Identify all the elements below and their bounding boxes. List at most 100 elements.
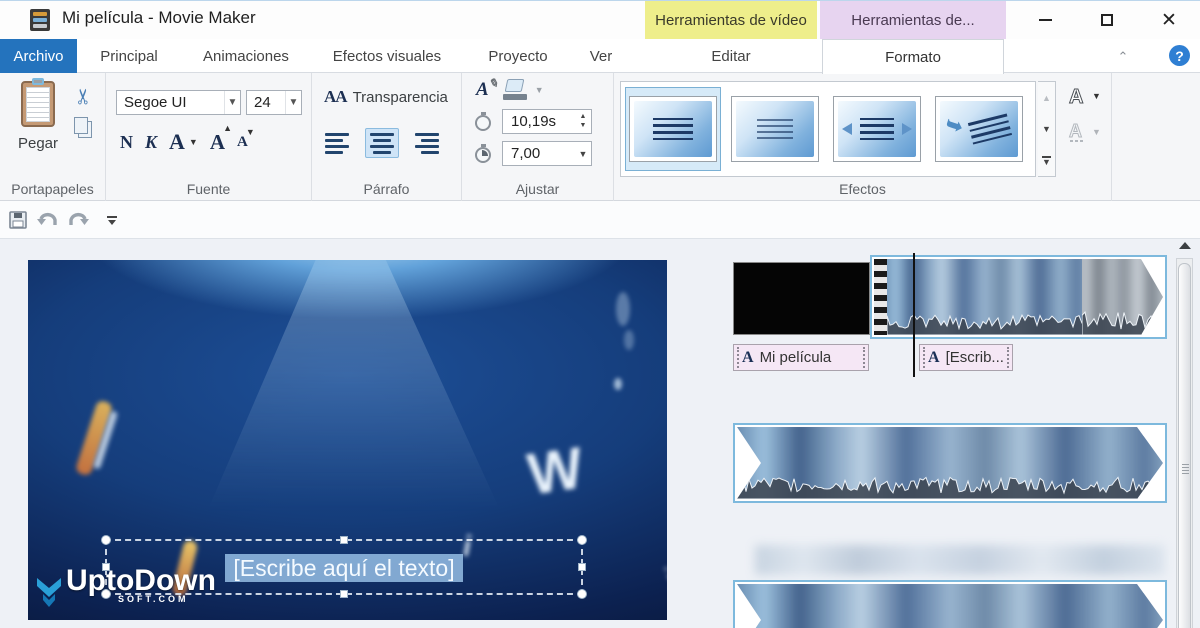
effect-scroll-horizontal[interactable] xyxy=(829,87,925,171)
resize-handle[interactable] xyxy=(340,536,348,544)
resize-handle[interactable] xyxy=(578,563,586,571)
transparency-aa-icon: AA xyxy=(324,87,347,107)
scrollbar-thumb[interactable] xyxy=(1178,263,1191,628)
font-color-button[interactable]: A▼ xyxy=(169,129,198,155)
outline-a-icon: A xyxy=(1066,85,1088,107)
blur-particle xyxy=(624,330,634,350)
group-fuente: Segoe UI ▼ 24 ▼ N K A▼ A▲ A▼ Fuente xyxy=(106,73,312,201)
tab-animaciones[interactable]: Animaciones xyxy=(196,39,296,73)
italic-button[interactable]: K xyxy=(145,132,157,153)
clip-video-row-2[interactable] xyxy=(733,423,1167,503)
copy-button[interactable] xyxy=(72,115,96,141)
paste-label: Pegar xyxy=(18,135,58,152)
effect-none-selected[interactable] xyxy=(625,87,721,171)
chevron-down-icon: ▼ xyxy=(224,91,240,114)
align-right-button[interactable] xyxy=(406,128,440,158)
font-family-dropdown[interactable]: Segoe UI ▼ xyxy=(116,90,241,115)
text-outline-color-button[interactable]: A ▼ xyxy=(1066,85,1101,107)
paste-button[interactable]: Pegar xyxy=(12,81,64,173)
outline-a-disabled-icon: A xyxy=(1066,121,1088,143)
duration-value: 10,19s xyxy=(511,113,556,130)
font-family-value: Segoe UI xyxy=(124,94,187,111)
edit-text-button[interactable]: A✎ xyxy=(476,79,489,101)
effect-thumbnail-icon: ➥ xyxy=(940,101,1018,157)
help-button[interactable]: ? xyxy=(1169,45,1190,66)
grow-font-button[interactable]: A▲ xyxy=(210,130,225,155)
clip-video-row-3[interactable] xyxy=(733,580,1167,628)
effect-thumbnail-icon xyxy=(634,101,712,157)
font-size-dropdown[interactable]: 24 ▼ xyxy=(246,90,302,115)
blur-letter: W xyxy=(524,435,588,509)
caption-item-title[interactable]: A Mi película xyxy=(733,344,869,371)
background-color-button[interactable] xyxy=(503,79,527,101)
effect-fade[interactable] xyxy=(727,87,823,171)
undo-button[interactable] xyxy=(36,209,60,231)
spinner-arrows[interactable]: ▲▼ xyxy=(575,110,591,133)
faded-thumbnail-row xyxy=(755,545,1165,575)
resize-handle[interactable] xyxy=(101,535,111,545)
quick-access-toolbar xyxy=(0,201,1200,238)
collapse-ribbon-chevron-icon[interactable]: ⌃ xyxy=(1112,47,1134,67)
start-time-dropdown[interactable]: 7,00 ▼ xyxy=(502,141,592,166)
tab-ver[interactable]: Ver xyxy=(578,39,624,73)
resize-handle[interactable] xyxy=(577,535,587,545)
group-label-efectos: Efectos xyxy=(614,181,1111,197)
resize-handle[interactable] xyxy=(340,590,348,598)
text-outline-size-button-disabled[interactable]: A ▼ xyxy=(1066,121,1101,143)
align-center-button[interactable] xyxy=(365,128,399,158)
playhead[interactable] xyxy=(913,253,915,377)
uptodown-logo-icon xyxy=(36,578,62,608)
bold-button[interactable]: N xyxy=(120,132,133,153)
titlebar: Mi película - Movie Maker Herramientas d… xyxy=(0,1,1200,39)
ribbon: Pegar ✂ Portapapeles Segoe UI ▼ 24 ▼ N xyxy=(0,73,1200,201)
shrink-font-button[interactable]: A▼ xyxy=(237,134,248,151)
ribbon-tab-bar: Archivo Principal Animaciones Efectos vi… xyxy=(0,39,1200,73)
gallery-more-button[interactable]: ▼ xyxy=(1038,145,1055,176)
maximize-button[interactable] xyxy=(1076,1,1138,39)
storyboard-scrollbar[interactable] xyxy=(1174,242,1196,628)
tab-principal[interactable]: Principal xyxy=(88,39,170,73)
caption-item-credits[interactable]: A [Escrib... xyxy=(919,344,1013,371)
chevron-down-icon[interactable]: ▼ xyxy=(535,85,544,95)
caption-placeholder-text[interactable]: [Escribe aquí el texto] xyxy=(225,554,462,582)
customize-qat-icon xyxy=(107,216,117,218)
redo-arrow-icon xyxy=(67,211,89,229)
gallery-scroll-up-button[interactable]: ▲ xyxy=(1038,82,1055,113)
tab-efectos-visuales[interactable]: Efectos visuales xyxy=(324,39,450,73)
contextual-header-video-tools: Herramientas de vídeo xyxy=(645,1,817,39)
group-label-portapapeles: Portapapeles xyxy=(0,181,105,197)
effect-fly-in[interactable]: ➥ xyxy=(931,87,1027,171)
close-button[interactable]: ✕ xyxy=(1138,1,1200,39)
clipboard-icon xyxy=(21,81,55,127)
blur-letter: ; ' xyxy=(660,560,667,606)
gallery-scroll-down-button[interactable]: ▼ xyxy=(1038,113,1055,144)
customize-qat-button[interactable] xyxy=(100,209,124,231)
undo-arrow-icon xyxy=(37,211,59,229)
minimize-icon xyxy=(1039,19,1052,21)
tab-formato-selected[interactable]: Formato xyxy=(822,39,1004,74)
video-preview[interactable]: W i √ x j ; ' [Escribe aquí el texto] xyxy=(28,260,667,620)
chevron-down-icon: ▼ xyxy=(285,91,301,114)
clip-title-black[interactable] xyxy=(733,262,870,335)
align-left-button[interactable] xyxy=(324,128,358,158)
start-time-value: 7,00 xyxy=(511,145,540,162)
resize-handle[interactable] xyxy=(577,589,587,599)
tab-proyecto[interactable]: Proyecto xyxy=(476,39,560,73)
tab-archivo[interactable]: Archivo xyxy=(0,39,77,73)
scissors-icon: ✂ xyxy=(71,87,96,105)
tab-editar[interactable]: Editar xyxy=(645,39,817,73)
transparency-button[interactable]: AA Transparencia xyxy=(324,87,448,107)
maximize-icon xyxy=(1101,14,1113,26)
minimize-button[interactable] xyxy=(1014,1,1076,39)
cut-button[interactable]: ✂ xyxy=(70,83,98,109)
svg-text:A: A xyxy=(1069,121,1082,141)
group-efectos: ➥ ▲ ▼ ▼ A ▼ A ▼ xyxy=(614,73,1112,201)
group-ajustar: A✎ ▼ 10,19s ▲▼ 7,00 ▼ Ajusta xyxy=(462,73,614,201)
movie-maker-app-icon[interactable] xyxy=(30,9,50,31)
redo-button[interactable] xyxy=(66,209,90,231)
save-button[interactable] xyxy=(6,209,30,231)
scroll-up-icon[interactable] xyxy=(1179,242,1191,249)
font-size-value: 24 xyxy=(254,94,271,111)
text-duration-input[interactable]: 10,19s ▲▼ xyxy=(502,109,592,134)
group-label-parrafo: Párrafo xyxy=(312,181,461,197)
